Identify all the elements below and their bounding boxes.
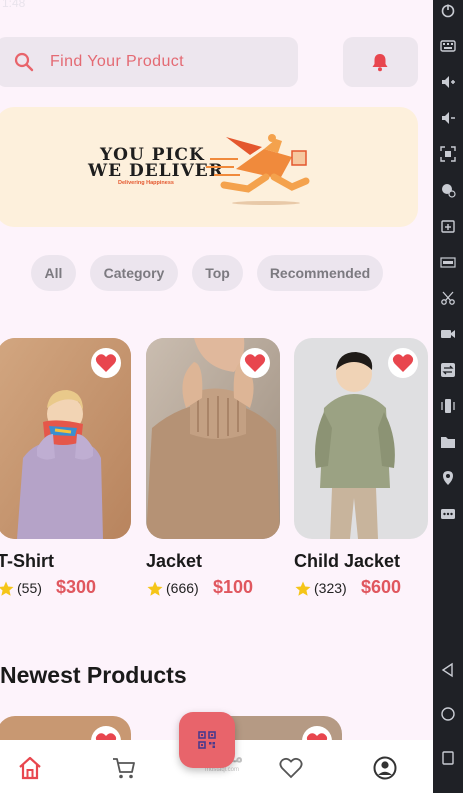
home-circle-icon[interactable] — [440, 706, 456, 722]
chip-category[interactable]: Category — [90, 255, 178, 291]
chip-recommended[interactable]: Recommended — [257, 255, 383, 291]
volume-down-icon[interactable] — [440, 110, 456, 126]
product-name: Child Jacket — [294, 551, 401, 571]
search-icon — [14, 52, 34, 72]
shake-icon[interactable] — [440, 398, 456, 414]
keyboard-icon[interactable] — [440, 38, 456, 54]
star-icon — [146, 580, 164, 598]
promo-banner[interactable]: YOU PICK WE DELIVER Delivering Happiness — [0, 107, 418, 227]
more-icon[interactable] — [440, 506, 456, 522]
heart-outline-icon — [279, 757, 303, 779]
nav-profile[interactable] — [372, 755, 398, 781]
notifications-button[interactable] — [343, 37, 418, 87]
folder-icon[interactable] — [440, 434, 456, 450]
profile-icon — [373, 756, 397, 780]
product-name: Jacket — [146, 551, 203, 571]
search-bar[interactable] — [0, 37, 298, 87]
app-screen: 1:48 YOU PICK WE DELIVER Delivering Happ… — [0, 0, 433, 793]
product-reviews: (666) — [166, 580, 199, 596]
emulator-toolbar — [433, 0, 463, 793]
nav-home[interactable] — [17, 755, 43, 781]
favorite-button[interactable] — [388, 348, 418, 378]
product-name: T-Shirt — [0, 551, 54, 571]
back-icon[interactable] — [440, 662, 456, 678]
scissors-icon[interactable] — [440, 290, 456, 306]
power-icon[interactable] — [440, 3, 456, 19]
search-input[interactable] — [50, 49, 280, 75]
chip-top[interactable]: Top — [192, 255, 243, 291]
nav-cart[interactable] — [111, 755, 137, 781]
newest-products-heading: Newest Products — [0, 662, 187, 688]
bell-icon — [372, 54, 388, 72]
product-reviews: (55) — [17, 580, 42, 596]
heart-icon — [95, 354, 117, 372]
apk-icon[interactable] — [440, 254, 456, 270]
screenshot-icon[interactable] — [440, 146, 456, 162]
star-icon — [0, 580, 15, 598]
cart-icon — [113, 758, 135, 779]
heart-icon — [392, 354, 414, 372]
product-reviews: (323) — [314, 580, 347, 596]
location-add-icon[interactable] — [440, 182, 456, 198]
heart-icon — [244, 354, 266, 372]
favorite-button[interactable] — [240, 348, 270, 378]
add-window-icon[interactable] — [440, 218, 456, 234]
product-price: $100 — [213, 577, 254, 597]
home-icon — [19, 756, 41, 780]
volume-up-icon[interactable] — [440, 74, 456, 90]
filter-chips: All Category Top Recommended — [0, 255, 433, 291]
status-bar: 1:48 — [0, 0, 433, 14]
banner-subtitle: Delivering Happiness — [118, 180, 174, 186]
scan-qr-button[interactable] — [179, 712, 235, 768]
nav-favorites[interactable] — [278, 755, 304, 781]
chip-all[interactable]: All — [31, 255, 76, 291]
status-time: 1:48 — [2, 0, 26, 10]
product-price: $600 — [361, 577, 402, 597]
qr-code-icon — [198, 731, 216, 749]
transfer-icon[interactable] — [440, 362, 456, 378]
video-record-icon[interactable] — [440, 326, 456, 342]
star-icon — [294, 580, 312, 598]
favorite-button[interactable] — [91, 348, 121, 378]
location-pin-icon[interactable] — [440, 470, 456, 486]
recents-icon[interactable] — [440, 750, 456, 766]
product-price: $300 — [56, 577, 97, 597]
banner-title-line2: WE DELIVER — [88, 161, 224, 181]
delivery-bird-illustration — [206, 134, 310, 205]
